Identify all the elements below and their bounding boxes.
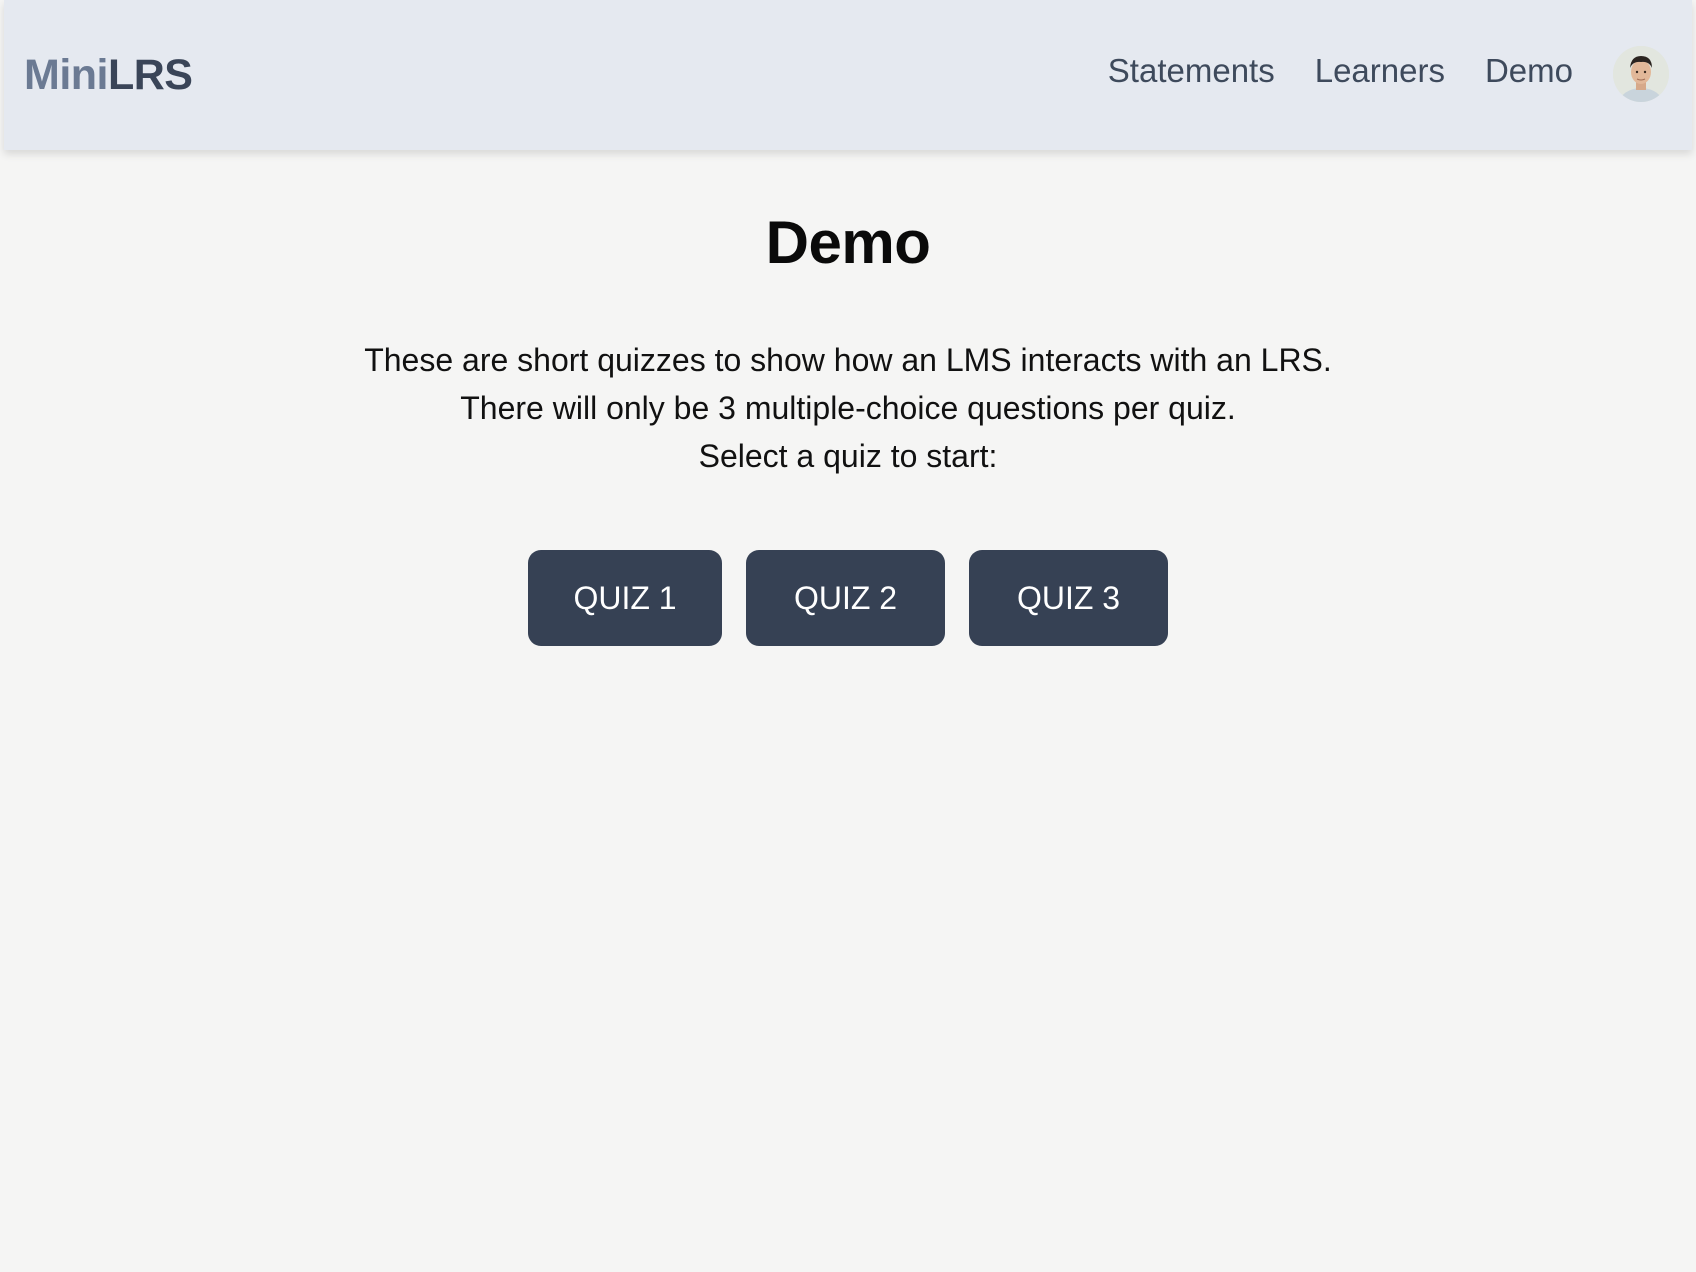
brand-mini: Mini: [24, 51, 108, 99]
quiz-button-group: QUIZ 1 QUIZ 2 QUIZ 3: [528, 550, 1168, 646]
page-title: Demo: [765, 209, 931, 276]
avatar-image: [1613, 46, 1669, 102]
quiz-2-button[interactable]: QUIZ 2: [746, 550, 945, 646]
nav-link-learners[interactable]: Learners: [1315, 48, 1445, 94]
nav-link-demo[interactable]: Demo: [1485, 48, 1573, 94]
intro-line: These are short quizzes to show how an L…: [364, 342, 1332, 378]
nav-links: Statements Learners Demo: [1108, 48, 1573, 94]
navbar: MiniLRS Statements Learners Demo: [4, 0, 1692, 150]
brand-logo[interactable]: MiniLRS: [24, 50, 193, 100]
nav-link-statements[interactable]: Statements: [1108, 48, 1275, 94]
intro-line: There will only be 3 multiple-choice que…: [460, 390, 1236, 426]
brand-lrs: LRS: [107, 51, 193, 99]
user-avatar-icon[interactable]: [1613, 46, 1669, 102]
quiz-3-button[interactable]: QUIZ 3: [969, 550, 1168, 646]
intro-line: Select a quiz to start:: [698, 438, 998, 474]
intro-text: These are short quizzes to show how an L…: [0, 336, 1696, 480]
quiz-1-button[interactable]: QUIZ 1: [528, 550, 722, 646]
